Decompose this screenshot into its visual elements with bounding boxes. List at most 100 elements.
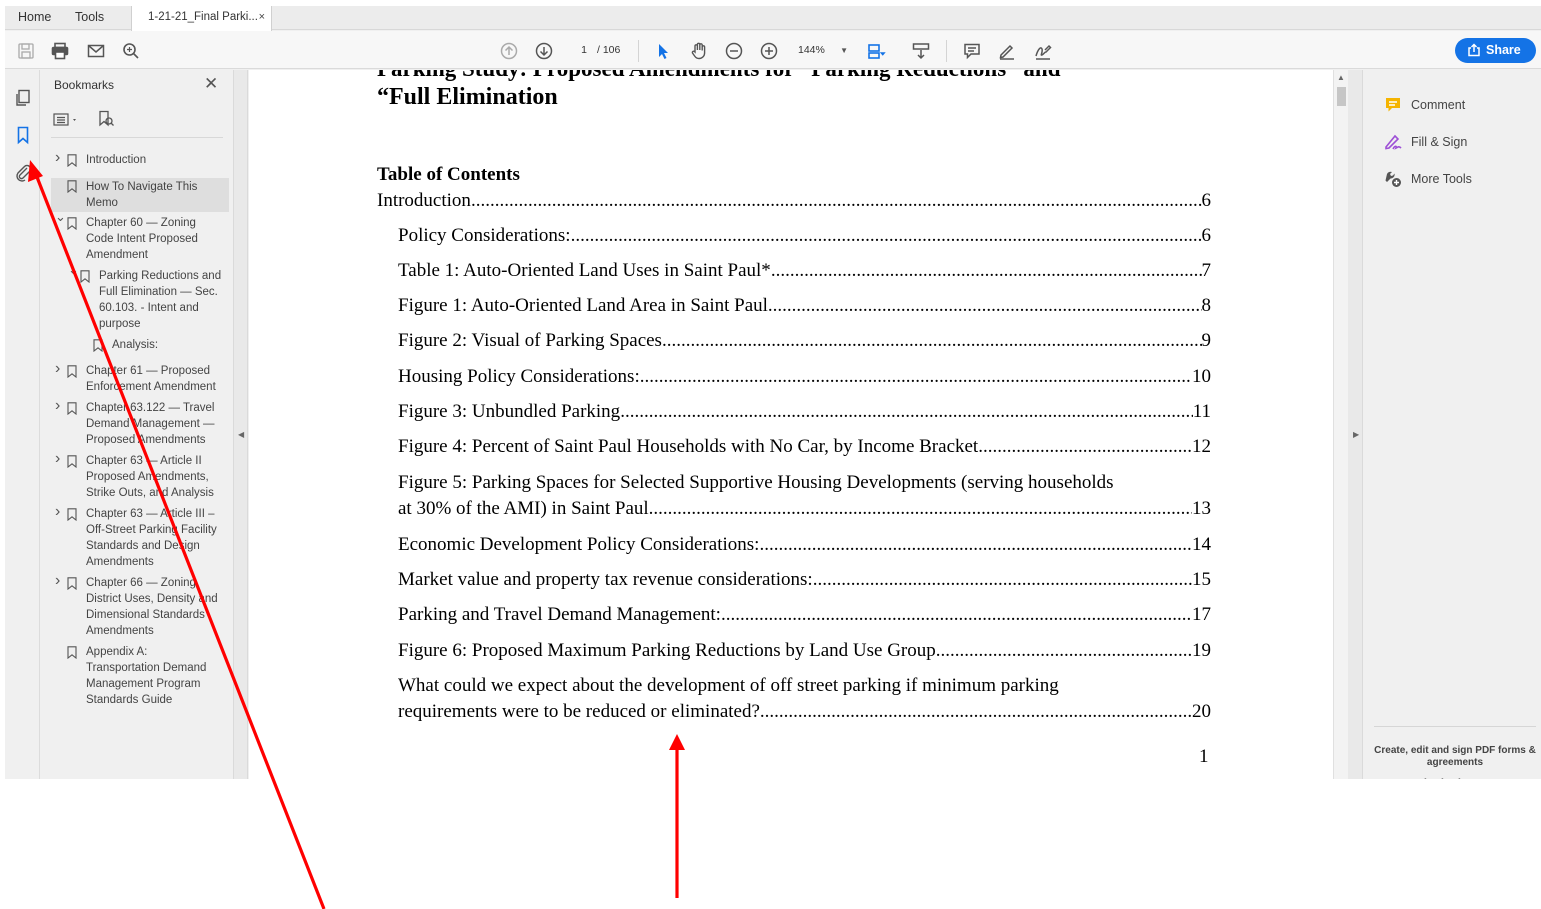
toc-leader-dots xyxy=(662,328,1202,354)
chevron-right-icon[interactable]: › xyxy=(55,504,60,520)
toc-entry[interactable]: Figure 1: Auto-Oriented Land Area in Sai… xyxy=(398,293,1211,319)
chevron-right-icon[interactable]: › xyxy=(55,573,60,589)
menu-tools[interactable]: Tools xyxy=(75,6,104,30)
attachments-icon[interactable] xyxy=(13,162,33,182)
find-bookmark-icon[interactable] xyxy=(97,110,115,128)
toc-entry[interactable]: Figure 5: Parking Spaces for Selected Su… xyxy=(398,470,1211,522)
zoom-out-icon[interactable] xyxy=(724,41,744,61)
scrollbar-thumb[interactable] xyxy=(1337,87,1346,106)
page-thumbnails-icon[interactable] xyxy=(13,88,33,108)
bookmark-item[interactable]: › Chapter 61 — Proposed Enforcement Amend… xyxy=(55,361,226,395)
bookmark-item[interactable]: Appendix A: Transportation Demand Manage… xyxy=(67,644,214,708)
print-icon[interactable] xyxy=(50,41,70,61)
toc-entry-text: Introduction xyxy=(377,190,471,211)
previous-page-icon[interactable] xyxy=(499,41,519,61)
close-tab-icon[interactable]: × xyxy=(259,6,265,29)
highlight-pen-icon[interactable] xyxy=(997,41,1017,61)
toc-page-number: 10 xyxy=(1192,366,1211,387)
chevron-down-icon[interactable]: ⌄ xyxy=(68,262,79,278)
chevron-right-icon[interactable]: › xyxy=(55,150,60,166)
hand-tool-icon[interactable] xyxy=(689,41,709,61)
vertical-scrollbar[interactable]: ▲ xyxy=(1333,70,1348,779)
acrobat-window: Home Tools 1-21-21_Final Parki... × 1 / … xyxy=(5,6,1541,779)
bookmark-item[interactable]: Analysis: xyxy=(93,337,222,353)
toc-entry[interactable]: What could we expect about the developme… xyxy=(398,673,1211,725)
chevron-right-icon[interactable]: › xyxy=(55,398,60,414)
toc-entry-text: Table 1: Auto-Oriented Land Uses in Sain… xyxy=(398,260,771,281)
share-label: Share xyxy=(1486,43,1521,57)
bookmark-item[interactable]: ⌄ Chapter 60 — Zoning Code Intent Propose… xyxy=(55,209,211,263)
toc-entry[interactable]: Housing Policy Considerations: 10 xyxy=(398,364,1211,390)
bookmark-icon xyxy=(67,217,77,230)
page-fit-icon[interactable] xyxy=(866,41,886,61)
bookmark-icon xyxy=(67,402,77,415)
fill-sign-label: Fill & Sign xyxy=(1411,135,1468,149)
bookmark-item[interactable]: › Chapter 63.122 — Travel Demand Manageme… xyxy=(55,398,229,448)
bookmark-label: Chapter 66 — Zoning District Uses, Densi… xyxy=(86,577,218,637)
left-panel-splitter[interactable]: ◀ xyxy=(233,70,248,779)
toc-entry[interactable]: Policy Considerations: 6 xyxy=(398,223,1211,249)
toc-entry[interactable]: Figure 6: Proposed Maximum Parking Reduc… xyxy=(398,638,1211,664)
share-button[interactable]: Share xyxy=(1455,38,1536,63)
scroll-mode-icon[interactable] xyxy=(911,41,931,61)
chevron-down-icon[interactable]: ⌄ xyxy=(55,209,66,225)
document-view[interactable]: Parking Study: Proposed Amendments for “… xyxy=(249,70,1333,779)
toc-entry[interactable]: Figure 4: Percent of Saint Paul Househol… xyxy=(398,434,1211,460)
close-panel-icon[interactable]: ✕ xyxy=(204,75,218,92)
menu-home[interactable]: Home xyxy=(18,6,51,30)
bookmark-item[interactable]: › Chapter 66 — Zoning District Uses, Dens… xyxy=(55,573,225,639)
bookmark-options-icon[interactable] xyxy=(53,112,81,128)
toc-leader-dots xyxy=(978,434,1192,460)
toolbar: 1 / 106 144% ▼ Share xyxy=(5,31,1541,69)
bookmarks-icon[interactable] xyxy=(13,125,33,145)
select-cursor-icon[interactable] xyxy=(653,41,673,61)
search-icon[interactable] xyxy=(121,41,141,61)
document-tab[interactable]: 1-21-21_Final Parki... × xyxy=(131,6,272,31)
pdf-page: Parking Study: Proposed Amendments for “… xyxy=(249,70,1333,779)
comment-icon[interactable] xyxy=(962,41,982,61)
bookmark-label: Analysis: xyxy=(112,339,159,351)
page-footer-number: 1 xyxy=(1199,746,1209,767)
fill-sign-tool[interactable]: Fill & Sign xyxy=(1384,132,1467,152)
toc-entry[interactable]: Market value and property tax revenue co… xyxy=(398,567,1211,593)
collapse-left-icon[interactable]: ◀ xyxy=(238,430,244,439)
email-icon[interactable] xyxy=(86,41,106,61)
bookmark-label: Chapter 63.122 — Travel Demand Managemen… xyxy=(86,402,215,446)
toc-entry-text: Parking and Travel Demand Management: xyxy=(398,604,721,625)
scroll-up-icon[interactable]: ▲ xyxy=(1337,73,1345,82)
bookmark-item[interactable]: › Introduction xyxy=(55,150,222,168)
toc-entry[interactable]: Table 1: Auto-Oriented Land Uses in Sain… xyxy=(398,258,1211,284)
toc-page-number: 17 xyxy=(1192,604,1211,625)
toc-page-number: 15 xyxy=(1192,569,1211,590)
toolbar-divider xyxy=(638,40,639,62)
more-tools[interactable]: More Tools xyxy=(1384,169,1472,189)
toc-entry[interactable]: Introduction 6 xyxy=(377,188,1211,214)
page-number-input[interactable]: 1 xyxy=(574,42,594,59)
toc-entry[interactable]: Figure 2: Visual of Parking Spaces 9 xyxy=(398,328,1211,354)
toc-entry[interactable]: Figure 3: Unbundled Parking 11 xyxy=(398,399,1211,425)
toc-entry-text: Policy Considerations: xyxy=(398,225,571,246)
save-icon[interactable] xyxy=(16,41,36,61)
zoom-in-icon[interactable] xyxy=(759,41,779,61)
next-page-icon[interactable] xyxy=(534,41,554,61)
chevron-right-icon[interactable]: › xyxy=(55,451,60,467)
expand-right-icon[interactable]: ▶ xyxy=(1353,430,1359,439)
toc-entry-text-continued: requirements were to be reduced or elimi… xyxy=(398,701,760,722)
toc-leader-dots xyxy=(640,364,1192,390)
zoom-level-dropdown[interactable]: 144% ▼ xyxy=(798,42,848,59)
toc-page-number: 6 xyxy=(1201,190,1212,211)
bookmark-item[interactable]: ⌄ Parking Reductions and Full Elimination… xyxy=(68,262,223,332)
pagination-dots: • • • xyxy=(1424,775,1467,779)
toc-entry[interactable]: Parking and Travel Demand Management: 17 xyxy=(398,602,1211,628)
sign-icon[interactable] xyxy=(1033,41,1053,61)
chevron-right-icon[interactable]: › xyxy=(55,361,60,377)
toc-entry-text: Figure 6: Proposed Maximum Parking Reduc… xyxy=(398,640,936,661)
right-panel-splitter[interactable]: ▶ xyxy=(1348,70,1363,779)
toc-entry-text: What could we expect about the developme… xyxy=(398,675,1059,696)
bookmark-item[interactable]: How To Navigate This Memo xyxy=(51,178,229,212)
bookmarks-title: Bookmarks xyxy=(54,78,115,92)
toc-entry[interactable]: Economic Development Policy Consideratio… xyxy=(398,532,1211,558)
bookmark-item[interactable]: › Chapter 63 — Article III – Off-Street P… xyxy=(55,504,227,570)
bookmark-item[interactable]: › Chapter 63 — Article II Proposed Amendm… xyxy=(55,451,221,501)
comment-tool[interactable]: Comment xyxy=(1384,95,1465,115)
